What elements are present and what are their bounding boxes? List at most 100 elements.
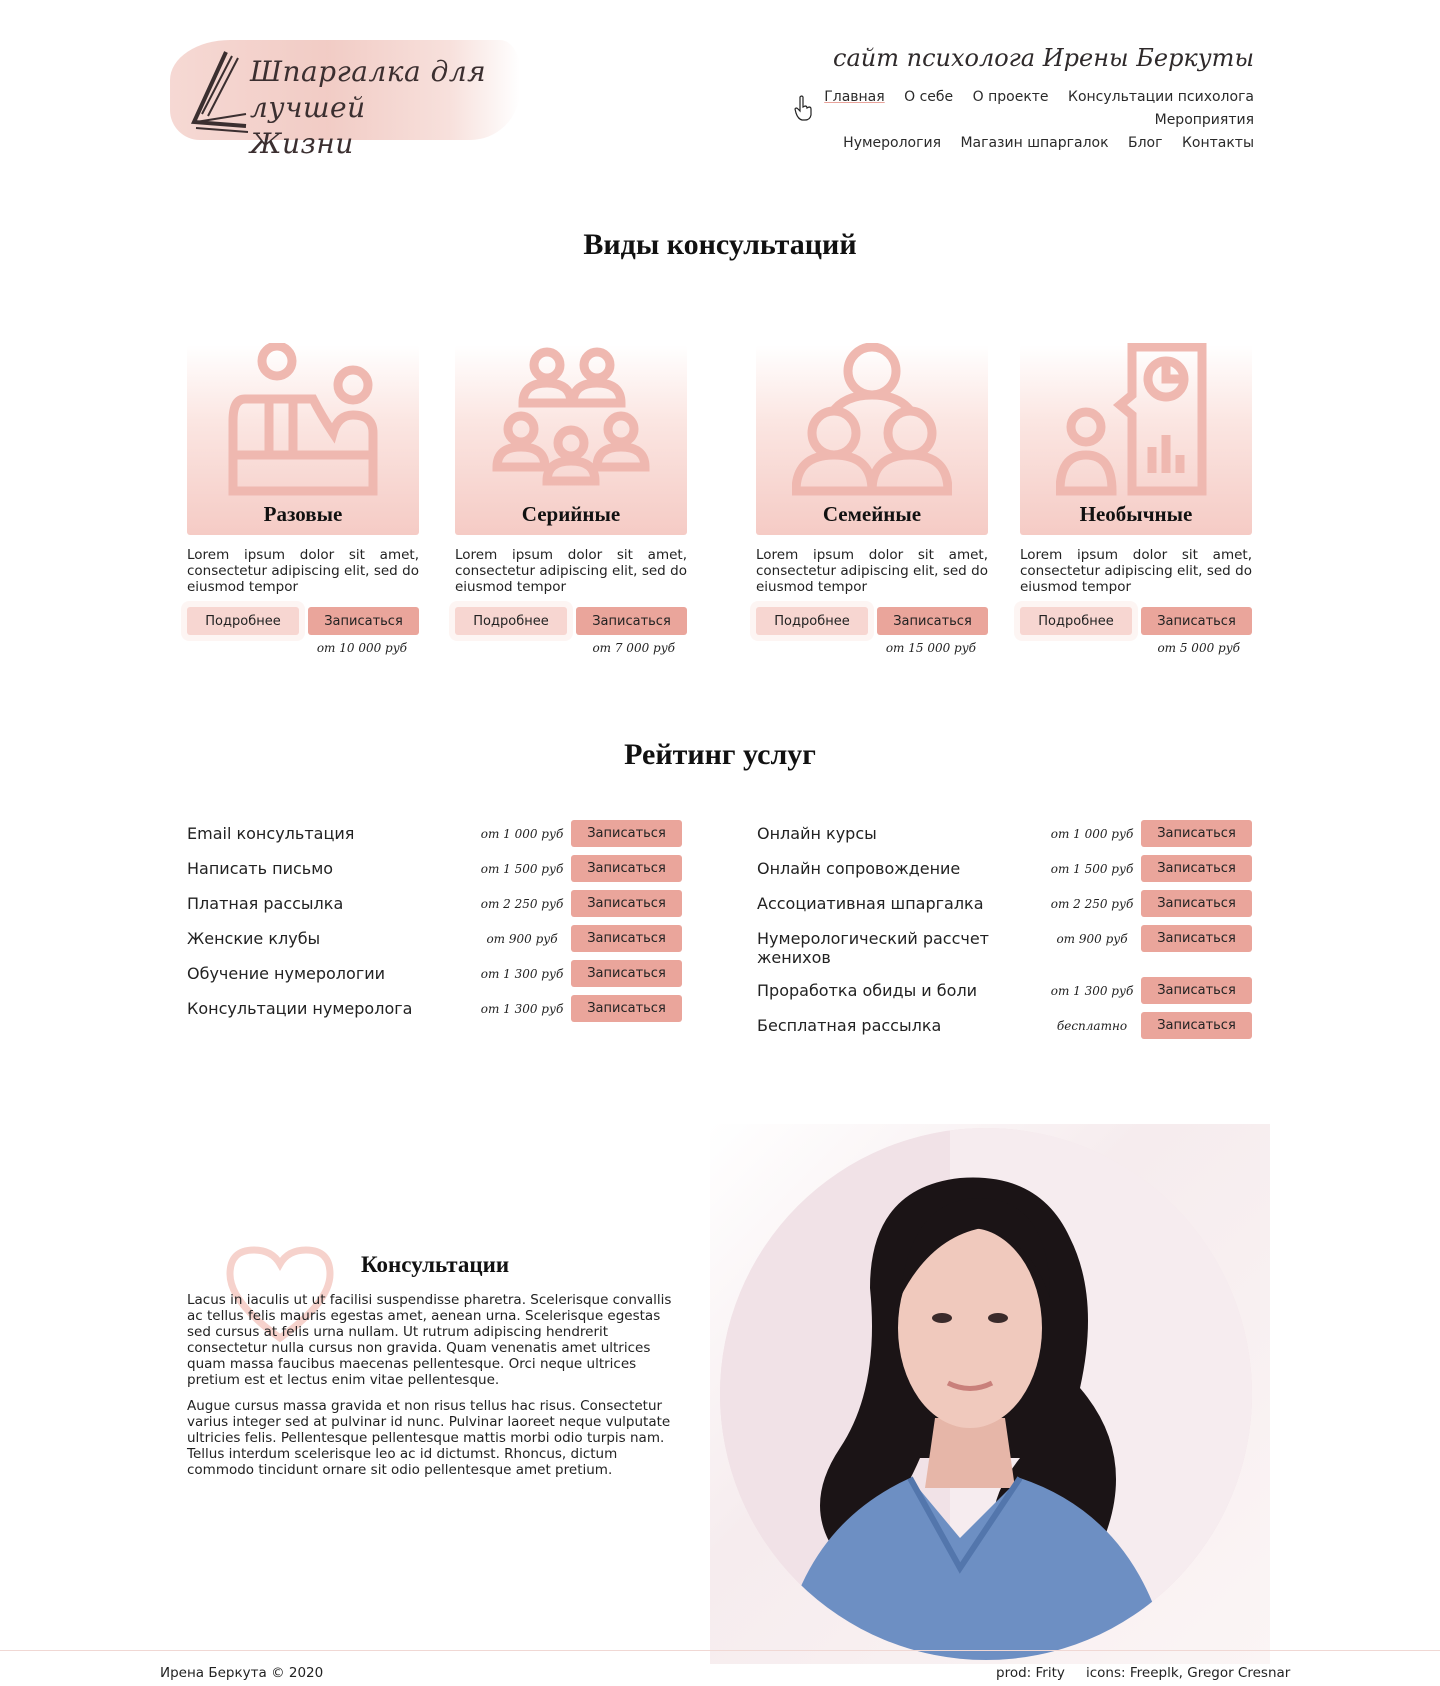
more-button[interactable]: Подробнее xyxy=(1020,607,1132,635)
book-button[interactable]: Записаться xyxy=(1141,607,1252,635)
nav-about-project[interactable]: О проекте xyxy=(973,89,1049,105)
service-name: Нумерологический рассчет женихов xyxy=(757,929,989,967)
book-button[interactable]: Записаться xyxy=(1141,890,1252,917)
service-price: от 1 500 руб xyxy=(480,862,564,876)
nav-blog[interactable]: Блог xyxy=(1128,135,1162,151)
book-button[interactable]: Записаться xyxy=(571,890,682,917)
card-actions: Подробнее Записаться от 7 000 руб xyxy=(455,607,687,655)
rating-row: Нумерологический рассчет женихов от 900 … xyxy=(757,925,1253,977)
rating-row: Ассоциативная шпаргалка от 2 250 руб Зап… xyxy=(757,890,1253,925)
consult-text: Lacus in iaculis ut ut facilisi suspendi… xyxy=(187,1292,683,1488)
service-name: Написать письмо xyxy=(187,859,334,878)
service-name: Ассоциативная шпаргалка xyxy=(757,894,984,913)
service-price: от 1 300 руб xyxy=(480,967,564,981)
service-name: Проработка обиды и боли xyxy=(757,981,978,1000)
portrait-photo xyxy=(710,1124,1270,1664)
nav-about-me[interactable]: О себе xyxy=(904,89,953,105)
rating-row: Проработка обиды и боли от 1 300 руб Зап… xyxy=(757,977,1253,1012)
card-description: Lorem ipsum dolor sit amet, consectetur … xyxy=(756,547,988,595)
nav-consultations[interactable]: Консультации психолога xyxy=(1068,89,1254,105)
nav-row-1: Главная О себе О проекте Консультации пс… xyxy=(694,86,1254,132)
rating-row: Бесплатная рассылка бесплатно Записаться xyxy=(757,1012,1253,1047)
service-name: Бесплатная рассылка xyxy=(757,1016,942,1035)
rating-list-right: Онлайн курсы от 1 000 руб Записаться Онл… xyxy=(757,820,1253,1047)
rating-row: Онлайн курсы от 1 000 руб Записаться xyxy=(757,820,1253,855)
service-name: Онлайн курсы xyxy=(757,824,877,843)
card-title: Серийные xyxy=(521,502,621,526)
service-name: Email консультация xyxy=(187,824,355,843)
book-icon xyxy=(190,51,249,133)
site-tagline: сайт психолога Ирены Беркуты xyxy=(833,44,1254,72)
nav-numerology[interactable]: Нумерология xyxy=(843,135,941,151)
book-button[interactable]: Записаться xyxy=(308,607,419,635)
rating-list-left: Email консультация от 1 000 руб Записать… xyxy=(187,820,683,1030)
service-name: Женские клубы xyxy=(187,929,321,948)
consult-card-series: Серийные Lorem ipsum dolor sit amet, con… xyxy=(455,345,687,655)
portrait-image xyxy=(720,1128,1252,1660)
card-actions: Подробнее Записаться от 15 000 руб xyxy=(756,607,988,655)
book-button[interactable]: Записаться xyxy=(1141,925,1252,952)
more-button[interactable]: Подробнее xyxy=(187,607,299,635)
card-title: Необычные xyxy=(1079,502,1193,526)
card-image: Серийные xyxy=(455,345,687,535)
footer-copyright: Ирена Беркута © 2020 xyxy=(160,1665,324,1681)
consult-section-title: Консультации xyxy=(361,1252,510,1277)
footer: Ирена Беркута © 2020 prod: Frity icons: … xyxy=(0,1650,1440,1686)
service-price: от 1 000 руб xyxy=(1050,827,1134,841)
service-price: от 2 250 руб xyxy=(480,897,564,911)
consult-card-family: Семейные Lorem ipsum dolor sit amet, con… xyxy=(756,343,988,655)
logo-text: Шпаргалка для лучшей Жизни xyxy=(250,55,487,160)
service-price: бесплатно xyxy=(1056,1019,1128,1033)
consult-paragraph-1: Lacus in iaculis ut ut facilisi suspendi… xyxy=(187,1292,672,1388)
card-actions: Подробнее Записаться от 5 000 руб xyxy=(1020,607,1252,655)
group-icon xyxy=(492,347,650,486)
consult-card-unusual: Необычные Lorem ipsum dolor sit amet, co… xyxy=(1020,343,1252,655)
more-button[interactable]: Подробнее xyxy=(455,607,567,635)
book-button[interactable]: Записаться xyxy=(571,925,682,952)
service-price: от 900 руб xyxy=(1056,932,1128,946)
nav-contacts[interactable]: Контакты xyxy=(1182,135,1254,151)
service-price: от 1 300 руб xyxy=(1050,984,1134,998)
nav-home[interactable]: Главная xyxy=(824,89,884,105)
card-title: Семейные xyxy=(822,502,922,526)
rating-row: Написать письмо от 1 500 руб Записаться xyxy=(187,855,683,890)
consult-paragraph-2: Augue cursus massa gravida et non risus … xyxy=(187,1398,671,1478)
book-button[interactable]: Записаться xyxy=(571,820,682,847)
service-price: от 1 000 руб xyxy=(480,827,564,841)
nav-events[interactable]: Мероприятия xyxy=(1155,112,1254,128)
book-button[interactable]: Записаться xyxy=(1141,1012,1252,1039)
rating-row: Платная рассылка от 2 250 руб Записаться xyxy=(187,890,683,925)
therapy-session-icon xyxy=(228,343,378,496)
card-image: Необычные xyxy=(1020,343,1252,535)
rating-row: Женские клубы от 900 руб Записаться xyxy=(187,925,683,960)
book-button[interactable]: Записаться xyxy=(877,607,988,635)
hand-cursor-icon xyxy=(794,95,812,121)
service-name: Платная рассылка xyxy=(187,894,344,913)
service-price: от 1 500 руб xyxy=(1050,862,1134,876)
family-icon xyxy=(792,343,952,496)
book-button[interactable]: Записаться xyxy=(571,995,682,1022)
card-description: Lorem ipsum dolor sit amet, consectetur … xyxy=(1020,547,1252,595)
book-button[interactable]: Записаться xyxy=(1141,855,1252,882)
service-price: от 1 300 руб xyxy=(480,1002,564,1016)
more-button[interactable]: Подробнее xyxy=(756,607,868,635)
book-button[interactable]: Записаться xyxy=(571,960,682,987)
site-logo[interactable]: Шпаргалка для лучшей Жизни xyxy=(170,34,520,160)
service-price: от 900 руб xyxy=(486,932,558,946)
card-price: от 10 000 руб xyxy=(316,641,407,655)
nav-shop[interactable]: Магазин шпаргалок xyxy=(960,135,1108,151)
card-title: Разовые xyxy=(263,502,343,526)
card-price: от 15 000 руб xyxy=(885,641,976,655)
book-button[interactable]: Записаться xyxy=(571,855,682,882)
card-image: Разовые xyxy=(187,343,419,535)
footer-prod[interactable]: prod: Frity xyxy=(996,1665,1065,1681)
service-name: Онлайн сопровождение xyxy=(757,859,961,878)
rating-row: Консультации нумеролога от 1 300 руб Зап… xyxy=(187,995,683,1030)
service-price: от 2 250 руб xyxy=(1050,897,1134,911)
book-button[interactable]: Записаться xyxy=(1141,977,1252,1004)
book-button[interactable]: Записаться xyxy=(576,607,687,635)
nav-row-2: Нумерология Магазин шпаргалок Блог Конта… xyxy=(694,132,1254,155)
rating-row: Обучение нумерологии от 1 300 руб Записа… xyxy=(187,960,683,995)
footer-icons-credit[interactable]: icons: Freeplk, Gregor Cresnar xyxy=(1086,1665,1290,1681)
book-button[interactable]: Записаться xyxy=(1141,820,1252,847)
